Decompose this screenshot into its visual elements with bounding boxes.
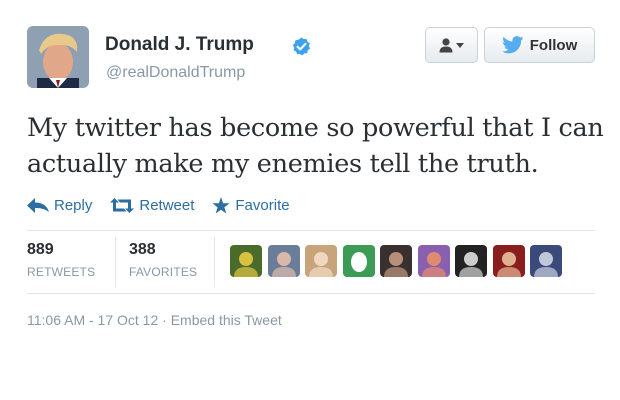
favoriter-avatar[interactable]	[455, 245, 487, 277]
embed-tweet-link[interactable]: Embed this Tweet	[171, 312, 282, 328]
user-icon	[439, 37, 453, 52]
follow-button[interactable]: Follow	[484, 27, 595, 63]
chevron-down-icon	[456, 42, 464, 48]
author-handle[interactable]: @realDonaldTrump	[106, 64, 245, 82]
reply-label: Reply	[54, 196, 93, 214]
author-avatar[interactable]	[27, 26, 89, 88]
tweet-text: My twitter has become so powerful that I…	[27, 113, 604, 179]
twitter-bird-icon	[501, 36, 524, 54]
favorite-button[interactable]: Favorite	[212, 196, 290, 214]
favorite-label: Favorite	[235, 196, 290, 214]
favoriter-avatar-image	[230, 245, 262, 277]
user-actions-button[interactable]	[425, 27, 478, 63]
retweet-button[interactable]: Retweet	[110, 197, 194, 214]
favoriter-avatar[interactable]	[305, 245, 337, 277]
favoriter-avatar-image	[455, 245, 487, 277]
favoriter-avatar-image	[530, 245, 562, 277]
stats-separator	[115, 237, 116, 287]
favoriter-avatar[interactable]	[267, 245, 300, 277]
favoriter-avatar-image	[342, 245, 375, 277]
favorites-count: 388	[129, 241, 156, 258]
meta-separator: ·	[162, 312, 167, 328]
retweets-stat[interactable]: 889 RETWEETS	[27, 241, 95, 279]
favoriter-avatar-image	[380, 245, 412, 277]
reply-icon	[27, 197, 49, 213]
tweet-meta: 11:06 AM - 17 Oct 12 · Embed this Tweet	[27, 312, 282, 328]
favoriter-avatar-image	[267, 245, 300, 277]
retweets-count: 889	[27, 241, 54, 258]
verified-badge-icon	[292, 37, 311, 56]
follow-label: Follow	[529, 36, 578, 54]
favoriter-avatar-image	[417, 245, 450, 277]
favoriter-avatar[interactable]	[417, 245, 450, 277]
favorites-stat[interactable]: 388 FAVORITES	[129, 241, 197, 279]
favoriter-avatar[interactable]	[230, 245, 262, 277]
stats-separator	[214, 237, 215, 287]
tweet-timestamp[interactable]: 11:06 AM - 17 Oct 12	[27, 312, 158, 328]
favoriter-avatar[interactable]	[342, 245, 375, 277]
avatar-image	[27, 26, 89, 88]
star-icon	[212, 196, 230, 213]
retweets-label: RETWEETS	[27, 265, 96, 279]
stats-divider-top	[27, 230, 595, 231]
favoriter-avatar-image	[492, 245, 525, 277]
favoriter-avatar[interactable]	[530, 245, 562, 277]
tweet-actions: Reply Retweet Favorite	[27, 194, 308, 216]
reply-button[interactable]: Reply	[27, 197, 92, 214]
retweet-icon	[110, 197, 135, 213]
favoriters-avatars	[230, 245, 568, 277]
favorites-label: FAVORITES	[129, 265, 198, 279]
favoriter-avatar-image	[305, 245, 337, 277]
favoriter-avatar[interactable]	[492, 245, 525, 277]
retweet-label: Retweet	[139, 196, 195, 214]
favoriter-avatar[interactable]	[380, 245, 412, 277]
author-name[interactable]: Donald J. Trump	[105, 34, 254, 56]
stats-divider-bottom	[27, 293, 595, 294]
